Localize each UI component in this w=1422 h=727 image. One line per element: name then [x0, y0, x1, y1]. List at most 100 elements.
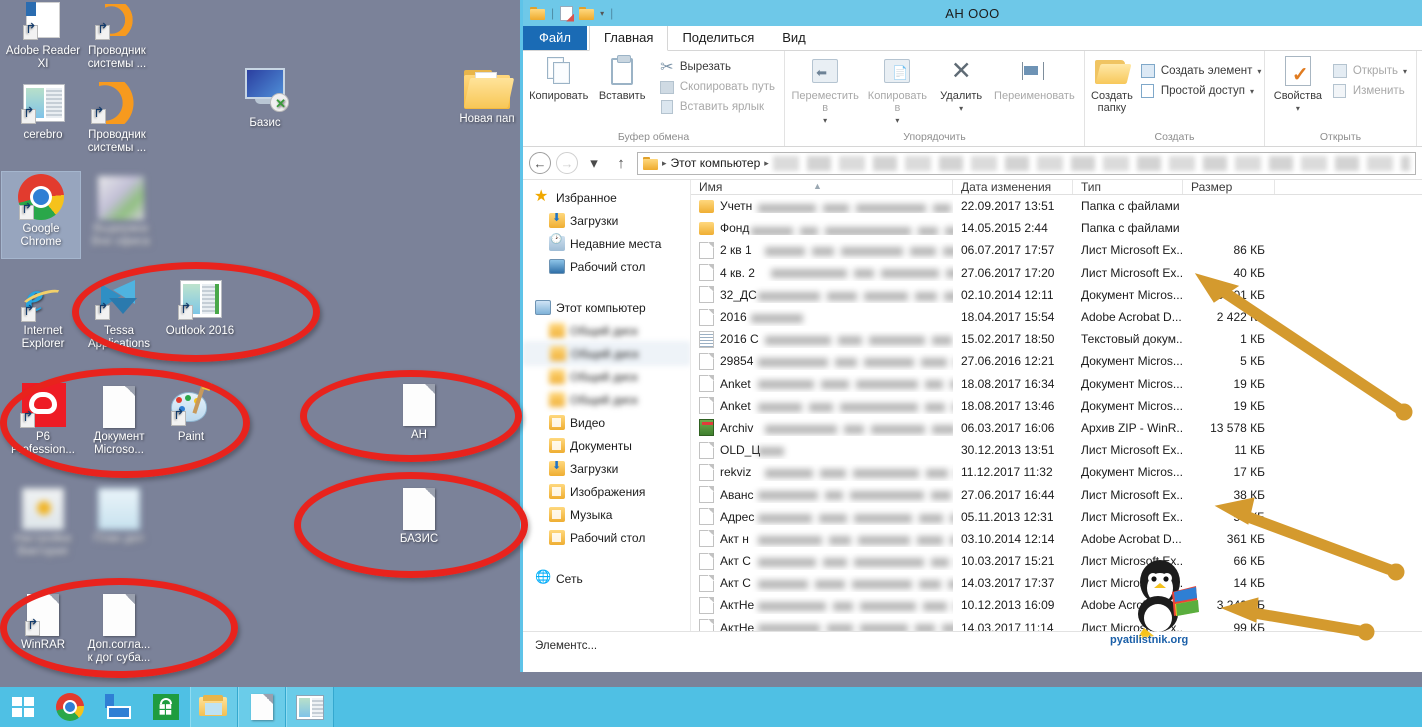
desktop-icon-google-chrome[interactable]: Google Chrome	[2, 172, 80, 258]
desktop-icon-dokument-microsoft[interactable]: Документ Microso...	[80, 380, 158, 457]
breadcrumb-separator[interactable]: ▸	[662, 158, 667, 169]
column-header-size[interactable]: Размер	[1183, 180, 1275, 194]
desktop-icon-bazis-remote[interactable]: ✕ Базис	[226, 66, 304, 130]
nav-item-music[interactable]: Музыка	[523, 503, 690, 526]
delete-button[interactable]: ✕ Удалить ▾	[936, 54, 987, 113]
nav-item-favorites[interactable]: Избранное	[523, 186, 690, 209]
table-row[interactable]: rekviz11.12.2017 11:32Документ Micros...…	[691, 461, 1422, 483]
table-row[interactable]: АктНе14.03.2017 11:14Лист Microsoft Ex..…	[691, 617, 1422, 631]
taskbar-explorer[interactable]	[190, 687, 238, 727]
file-name-cell[interactable]: Anket	[691, 397, 953, 414]
ribbon-tabs[interactable]: Файл Главная Поделиться Вид	[523, 26, 1422, 51]
start-button[interactable]	[0, 687, 46, 727]
table-row[interactable]: Адрес05.11.2013 12:31Лист Microsoft Ex..…	[691, 506, 1422, 528]
nav-item-pictures[interactable]: Изображения	[523, 480, 690, 503]
desktop-icon-internet-explorer[interactable]: e Internet Explorer	[4, 274, 82, 351]
desktop-icon-dop-soglashenie[interactable]: Доп.согла... к дог суба...	[80, 588, 158, 665]
table-row[interactable]: 2 кв 106.07.2017 17:57Лист Microsoft Ex.…	[691, 239, 1422, 261]
file-name-cell[interactable]: OLD_Ц	[691, 442, 953, 459]
ribbon[interactable]: Копировать Вставить ✂ Вырезать Скоп	[523, 51, 1422, 147]
file-name-cell[interactable]: Акт С	[691, 575, 953, 592]
nav-item-blurred-1[interactable]: Общий диск	[523, 319, 690, 342]
chevron-down-icon[interactable]: ▾	[823, 116, 827, 125]
file-list-pane[interactable]: Имя ▲ Дата изменения Тип Размер Учетн22.…	[691, 180, 1422, 631]
nav-item-blurred-3[interactable]: Общий диск	[523, 365, 690, 388]
open-button[interactable]: Открыть ▾	[1329, 62, 1410, 80]
file-list[interactable]: Учетн22.09.2017 13:51Папка с файламиФонд…	[691, 195, 1422, 631]
rename-button[interactable]: Переименовать	[991, 54, 1078, 102]
move-to-button[interactable]: ⬅ Переместить в ▾	[791, 54, 859, 125]
nav-item-blurred-2[interactable]: Общий диск	[523, 342, 690, 365]
table-row[interactable]: Archiv06.03.2017 16:06Архив ZIP - WinR..…	[691, 417, 1422, 439]
column-header-name[interactable]: Имя ▲	[691, 180, 953, 194]
paste-button[interactable]: Вставить	[592, 54, 651, 102]
copy-button[interactable]: Копировать	[529, 54, 588, 102]
nav-item-recent-places[interactable]: Недавние места	[523, 232, 690, 255]
file-name-cell[interactable]: Акт н	[691, 530, 953, 547]
table-row[interactable]: 2016 С15.02.2017 18:50Текстовый докум...…	[691, 328, 1422, 350]
taskbar-document[interactable]	[238, 687, 286, 727]
nav-item-desktop-2[interactable]: Рабочий стол	[523, 526, 690, 549]
file-name-cell[interactable]: Anket	[691, 375, 953, 392]
table-row[interactable]: 32_ДС02.10.2014 12:11Документ Micros...5…	[691, 284, 1422, 306]
nav-item-downloads-2[interactable]: Загрузки	[523, 457, 690, 480]
file-name-cell[interactable]: 2016	[691, 309, 953, 326]
explorer-titlebar[interactable]: | ▾ | АН ООО	[523, 0, 1422, 26]
up-button[interactable]: ↑	[610, 152, 632, 174]
nav-item-videos[interactable]: Видео	[523, 411, 690, 434]
nav-item-documents[interactable]: Документы	[523, 434, 690, 457]
taskbar-toolbox[interactable]	[94, 687, 142, 727]
breadcrumb-blurred-path[interactable]	[773, 156, 1410, 171]
edit-button[interactable]: Изменить	[1329, 82, 1410, 100]
chevron-down-icon[interactable]: ▾	[1250, 87, 1254, 96]
file-name-cell[interactable]: Акт С	[691, 553, 953, 570]
file-name-cell[interactable]: 29854	[691, 353, 953, 370]
table-row[interactable]: Акт С14.03.2017 17:37Лист Microsoft Ex..…	[691, 572, 1422, 594]
desktop-icon-outlook-2016[interactable]: Outlook 2016	[152, 274, 248, 338]
copy-path-button[interactable]: Скопировать путь	[656, 78, 778, 96]
taskbar-store[interactable]	[142, 687, 190, 727]
table-row[interactable]: Аванс27.06.2017 16:44Лист Microsoft Ex..…	[691, 483, 1422, 505]
table-row[interactable]: 201618.04.2017 15:54Adobe Acrobat D...2 …	[691, 306, 1422, 328]
tab-view[interactable]: Вид	[768, 26, 820, 50]
table-row[interactable]: АктНе10.12.2013 16:09Adobe Acrobat D...3…	[691, 594, 1422, 616]
file-name-cell[interactable]: Archiv	[691, 419, 953, 436]
table-row[interactable]: Фонд14.05.2015 2:44Папка с файлами	[691, 217, 1422, 239]
easy-access-button[interactable]: Простой доступ ▾	[1137, 82, 1265, 100]
forward-button[interactable]: →	[556, 152, 578, 174]
file-name-cell[interactable]: Фонд	[691, 221, 953, 235]
tab-home[interactable]: Главная	[589, 25, 668, 51]
file-name-cell[interactable]: Аванс	[691, 486, 953, 503]
nav-item-desktop[interactable]: Рабочий стол	[523, 255, 690, 278]
copy-to-button[interactable]: 📄 Копировать в ▾	[863, 54, 931, 125]
desktop-icon-winrar[interactable]: WinRAR	[4, 588, 82, 652]
address-bar[interactable]: ← → ▾ ↑ ▸ Этот компьютер ▸	[523, 147, 1422, 179]
table-row[interactable]: Anket18.08.2017 16:34Документ Micros...1…	[691, 373, 1422, 395]
breadcrumb-separator-2[interactable]: ▸	[764, 158, 769, 169]
tab-share[interactable]: Поделиться	[668, 26, 768, 50]
breadcrumb[interactable]: ▸ Этот компьютер ▸	[637, 152, 1416, 175]
back-button[interactable]: ←	[529, 152, 551, 174]
desktop-icon-provodnik-2[interactable]: Проводник системы ...	[78, 78, 156, 155]
table-row[interactable]: Акт С10.03.2017 15:21Лист Microsoft Ex..…	[691, 550, 1422, 572]
file-name-cell[interactable]: rekviz	[691, 464, 953, 481]
chevron-down-icon[interactable]: ▾	[1296, 104, 1300, 113]
properties-button[interactable]: Свойства ▾	[1271, 54, 1325, 113]
file-name-cell[interactable]: АктНе	[691, 619, 953, 631]
chevron-down-icon[interactable]: ▾	[1403, 67, 1407, 76]
navigation-pane[interactable]: Избранное Загрузки Недавние места Рабочи…	[523, 180, 691, 631]
file-name-cell[interactable]: 2016 С	[691, 331, 953, 348]
taskbar[interactable]	[0, 687, 1422, 727]
desktop-icon-cerebro[interactable]: cerebro	[4, 78, 82, 142]
file-name-cell[interactable]: АктНе	[691, 597, 953, 614]
table-row[interactable]: Anket18.08.2017 13:46Документ Micros...1…	[691, 395, 1422, 417]
nav-item-blurred-4[interactable]: Общий диск	[523, 388, 690, 411]
column-header-date[interactable]: Дата изменения	[953, 180, 1073, 194]
desktop-icon-provodnik-1[interactable]: Проводник системы ...	[78, 0, 156, 71]
file-name-cell[interactable]: 2 кв 1	[691, 242, 953, 259]
nav-item-network[interactable]: Сеть	[523, 567, 690, 590]
desktop-icon-bazis-file[interactable]: БАЗИС	[380, 482, 458, 546]
recent-locations-button[interactable]: ▾	[583, 152, 605, 174]
file-explorer-window[interactable]: | ▾ | АН ООО Файл Главная Поделиться Вид…	[520, 0, 1422, 672]
table-row[interactable]: Акт н03.10.2014 12:14Adobe Acrobat D...3…	[691, 528, 1422, 550]
